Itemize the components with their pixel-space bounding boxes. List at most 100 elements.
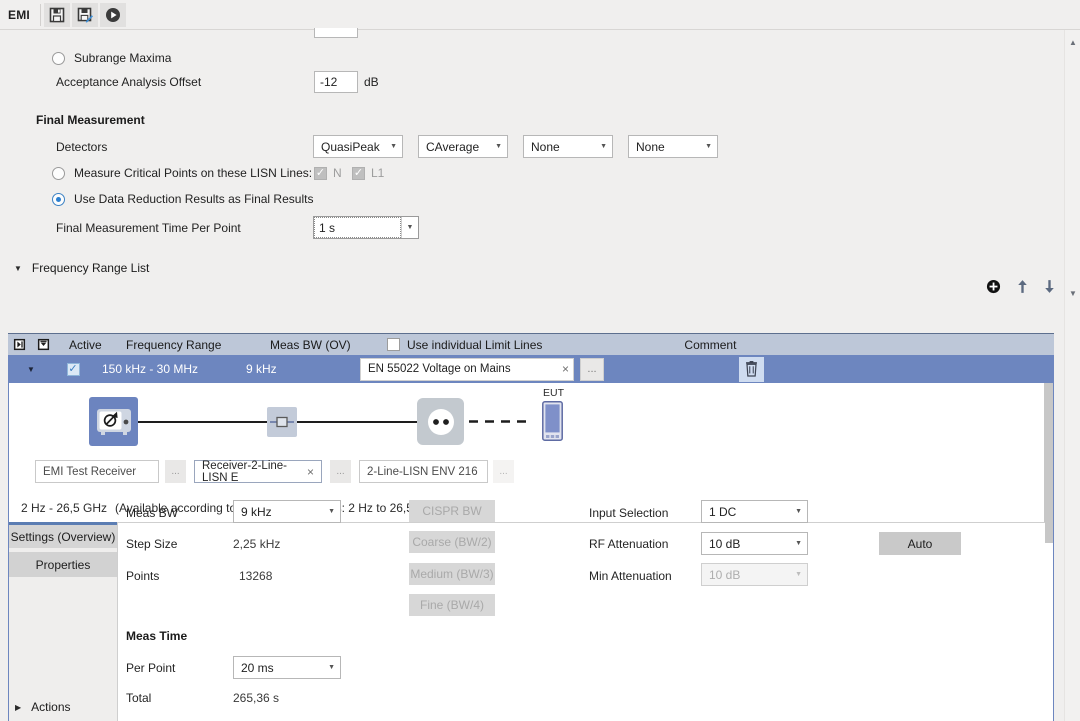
- time-per-point-value: 1 s: [314, 217, 401, 238]
- tab-properties-label: Properties: [36, 558, 91, 572]
- critical-points-label: Measure Critical Points on these LISN Li…: [74, 166, 312, 180]
- run-button[interactable]: [100, 3, 126, 27]
- add-frequency-range-button[interactable]: [982, 275, 1004, 297]
- collapse-all-button[interactable]: [32, 338, 54, 351]
- detector-3-combo[interactable]: None ▼: [523, 135, 613, 158]
- chevron-down-icon[interactable]: ▼: [401, 217, 418, 238]
- tab-properties[interactable]: Properties: [9, 552, 117, 577]
- subrange-maxima-option[interactable]: Subrange Maxima: [52, 51, 171, 65]
- actions-section-header[interactable]: ▶ Actions: [15, 700, 71, 714]
- cable-field[interactable]: Receiver-2-Line-LISN E ×: [194, 460, 322, 483]
- main-vertical-scrollbar[interactable]: ▲ ▼: [1064, 30, 1080, 721]
- fine-bw-button[interactable]: Fine (BW/4): [409, 594, 495, 616]
- cispr-bw-button[interactable]: CISPR BW: [409, 500, 495, 522]
- use-individual-limit-lines-option[interactable]: Use individual Limit Lines: [384, 338, 542, 352]
- min-attenuation-value: 10 dB: [709, 568, 740, 582]
- settings-scroll-area: Subrange Maxima Acceptance Analysis Offs…: [0, 30, 1080, 721]
- row-meas-bw: 9 kHz: [242, 362, 360, 376]
- auto-attenuation-button[interactable]: Auto: [879, 532, 961, 555]
- frequency-range-table-header: Active Frequency Range Meas BW (OV) Use …: [8, 333, 1054, 355]
- table-row[interactable]: ▼ ✓ 150 kHz - 30 MHz 9 kHz EN 55022 Volt…: [8, 355, 1054, 383]
- row-active-checkbox[interactable]: ✓: [67, 363, 80, 376]
- cable-browse-button[interactable]: ...: [330, 460, 351, 483]
- row-active-cell[interactable]: ✓: [54, 363, 92, 376]
- expand-all-button[interactable]: [8, 338, 30, 351]
- lisn-field[interactable]: 2-Line-LISN ENV 216: [359, 460, 488, 483]
- available-range-label: 2 Hz - 26,5 GHz: [21, 501, 107, 515]
- receiver-field[interactable]: EMI Test Receiver: [35, 460, 159, 483]
- lisn-n-label: N: [333, 166, 342, 180]
- frequency-range-list-title: Frequency Range List: [32, 261, 149, 275]
- row-limit-line-field[interactable]: EN 55022 Voltage on Mains ×: [360, 358, 574, 381]
- lisn-line-n[interactable]: ✓ N: [314, 166, 342, 180]
- cable-lisn-to-eut: [453, 419, 528, 424]
- meas-bw-combo[interactable]: 9 kHz ▼: [233, 500, 341, 523]
- run-icon: [105, 7, 121, 23]
- lisn-n-checkbox[interactable]: ✓: [314, 167, 327, 180]
- add-icon: [986, 279, 1001, 294]
- per-point-label: Per Point: [126, 661, 175, 675]
- eut-node[interactable]: [542, 401, 563, 441]
- detector-2-combo[interactable]: CAverage ▼: [418, 135, 508, 158]
- tab-settings-overview[interactable]: Settings (Overview): [9, 522, 117, 548]
- detector-4-combo[interactable]: None ▼: [628, 135, 718, 158]
- move-range-up-button[interactable]: [1011, 275, 1033, 297]
- lisn-node[interactable]: [417, 398, 464, 445]
- row-expand-toggle[interactable]: ▼: [8, 365, 54, 374]
- rf-attenuation-value: 10 dB: [709, 537, 740, 551]
- scrollbar-thumb[interactable]: [1065, 48, 1080, 290]
- tab-settings-overview-label: Settings (Overview): [11, 530, 116, 544]
- use-data-reduction-option[interactable]: Use Data Reduction Results as Final Resu…: [52, 192, 313, 206]
- frequency-range-list-section-header[interactable]: ▼ Frequency Range List: [14, 261, 149, 275]
- save-as-button[interactable]: [72, 3, 98, 27]
- clear-cable-icon[interactable]: ×: [304, 465, 317, 479]
- lisn-l1-checkbox[interactable]: ✓: [352, 167, 365, 180]
- min-attenuation-label: Min Attenuation: [589, 569, 672, 583]
- use-individual-limit-lines-checkbox[interactable]: [387, 338, 400, 351]
- lisn-field-value: 2-Line-LISN ENV 216: [367, 466, 478, 478]
- app-toolbar: EMI: [0, 0, 1080, 30]
- move-range-down-button[interactable]: [1038, 275, 1060, 297]
- lisn-line-l1[interactable]: ✓ L1: [352, 166, 384, 180]
- save-button[interactable]: [44, 3, 70, 27]
- app-title: EMI: [0, 8, 40, 22]
- expand-all-icon: [13, 338, 26, 351]
- rf-attenuation-combo[interactable]: 10 dB ▼: [701, 532, 808, 555]
- input-selection-combo[interactable]: 1 DC ▼: [701, 500, 808, 523]
- receiver-browse-button[interactable]: ...: [165, 460, 186, 483]
- receiver-node[interactable]: [89, 397, 138, 446]
- detector-1-value: QuasiPeak: [321, 140, 380, 154]
- min-attenuation-combo[interactable]: 10 dB ▼: [701, 563, 808, 586]
- subrange-maxima-radio[interactable]: [52, 52, 65, 65]
- detector-1-combo[interactable]: QuasiPeak ▼: [313, 135, 403, 158]
- chevron-down-icon: ▼: [789, 571, 802, 578]
- chevron-down-icon: ▼: [14, 264, 22, 273]
- cutoff-textbox-above[interactable]: [314, 28, 358, 38]
- chevron-down-icon: ▼: [322, 508, 335, 515]
- browse-limit-line-button[interactable]: ...: [580, 358, 604, 381]
- critical-points-option[interactable]: Measure Critical Points on these LISN Li…: [52, 166, 312, 180]
- input-selection-label: Input Selection: [589, 506, 668, 520]
- clear-limit-line-icon[interactable]: ×: [562, 362, 569, 376]
- scroll-down-button[interactable]: ▼: [1065, 285, 1080, 301]
- lisn-browse-button[interactable]: ...: [493, 460, 514, 483]
- total-value: 265,36 s: [233, 691, 279, 705]
- medium-bw-button[interactable]: Medium (BW/3): [409, 563, 495, 585]
- collapse-all-icon: [37, 338, 50, 351]
- delete-range-button[interactable]: [739, 357, 764, 382]
- per-point-combo[interactable]: 20 ms ▼: [233, 656, 341, 679]
- points-value: 13268: [239, 569, 272, 583]
- use-data-reduction-label: Use Data Reduction Results as Final Resu…: [74, 192, 313, 206]
- detectors-label: Detectors: [56, 140, 107, 154]
- coarse-bw-button[interactable]: Coarse (BW/2): [409, 531, 495, 553]
- critical-points-radio[interactable]: [52, 167, 65, 180]
- meas-time-heading: Meas Time: [126, 629, 187, 643]
- move-down-icon: [1043, 279, 1056, 294]
- attenuator-node[interactable]: [267, 407, 297, 437]
- detector-2-value: CAverage: [426, 140, 479, 154]
- actions-section-title: Actions: [31, 700, 70, 714]
- column-header-active: Active: [54, 338, 116, 352]
- time-per-point-combo[interactable]: 1 s ▼: [313, 216, 419, 239]
- use-data-reduction-radio[interactable]: [52, 193, 65, 206]
- acceptance-offset-input[interactable]: -12: [314, 71, 358, 93]
